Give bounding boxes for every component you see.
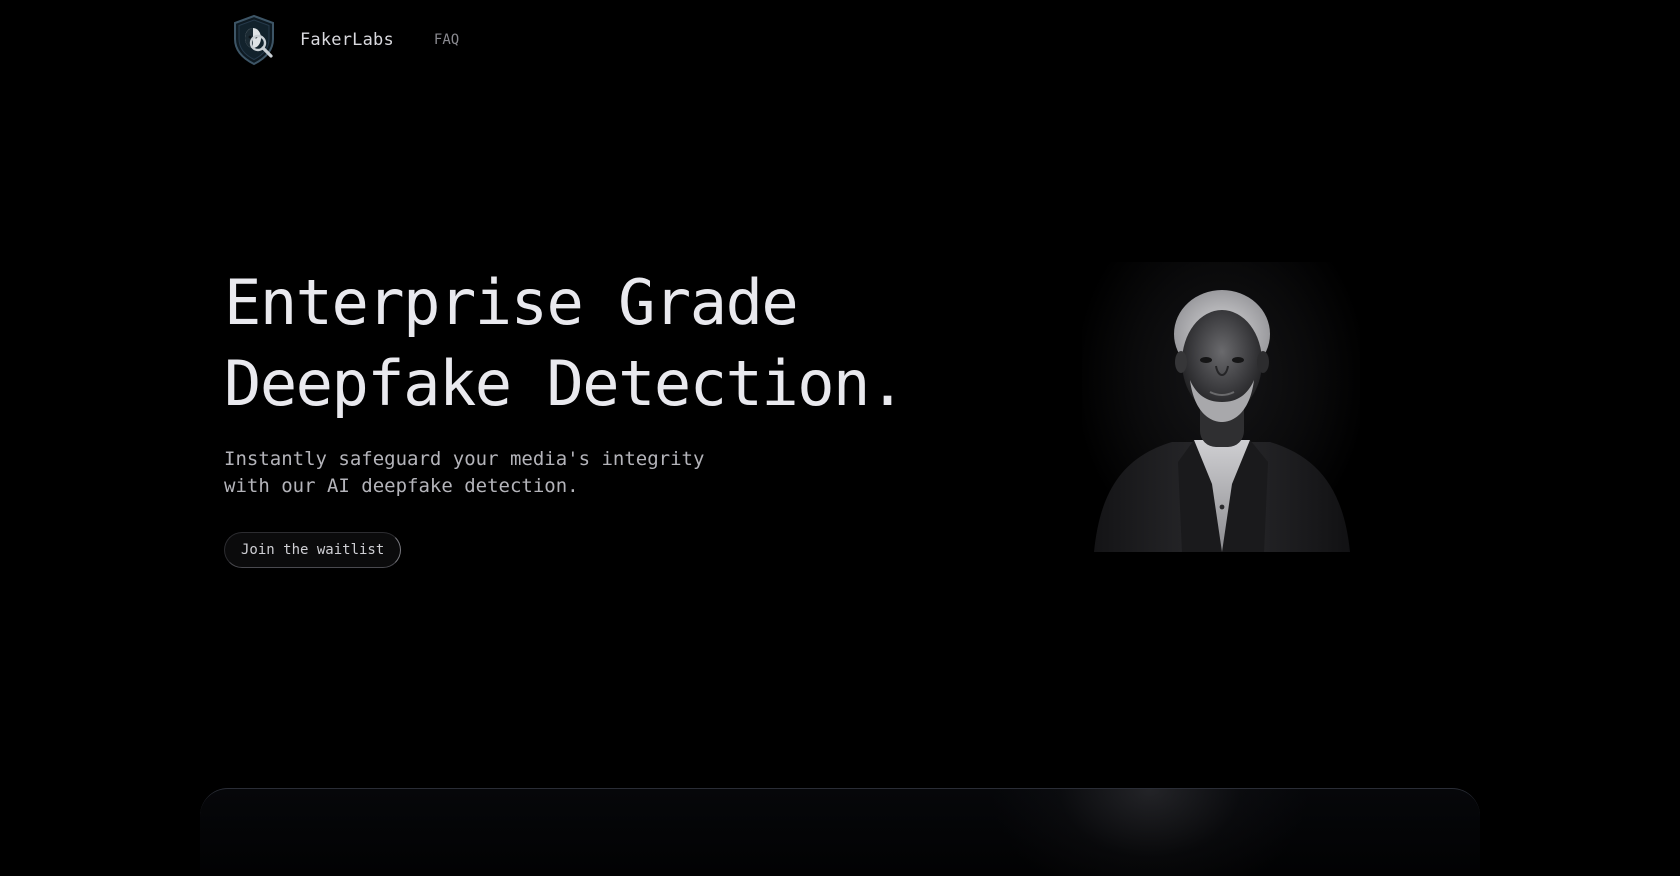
hero-subtitle-line-2: with our AI deepfake detection. [224, 475, 579, 497]
top-nav: FakerLabs FAQ [228, 12, 459, 68]
hero-subtitle-line-1: Instantly safeguard your media's integri… [224, 448, 705, 470]
feature-card-preview [200, 788, 1480, 876]
hero-title-line-1: Enterprise Grade [224, 266, 799, 339]
brand-name[interactable]: FakerLabs [300, 30, 394, 50]
nav-link-faq[interactable]: FAQ [434, 32, 459, 48]
hero-subtitle: Instantly safeguard your media's integri… [224, 446, 744, 500]
portrait-illustration [1094, 290, 1350, 552]
hero-title-line-2: Deepfake Detection. [224, 347, 906, 420]
portrait-image [1082, 262, 1360, 552]
shield-magnifier-icon [234, 14, 274, 66]
hero-title: Enterprise Grade Deepfake Detection. [224, 262, 944, 424]
join-waitlist-button[interactable]: Join the waitlist [224, 532, 402, 568]
logo[interactable] [228, 13, 282, 67]
card-glow [990, 789, 1310, 876]
hero-section: Enterprise Grade Deepfake Detection. Ins… [224, 262, 944, 568]
